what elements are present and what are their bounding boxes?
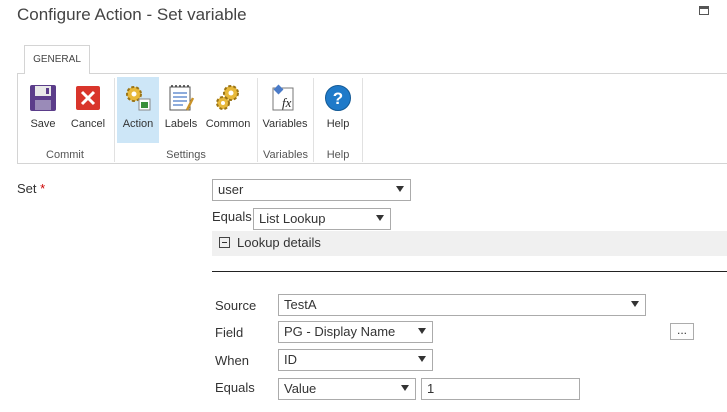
ribbon: Save Cancel Action Labels Common fx Vari… xyxy=(17,74,727,164)
cancel-icon xyxy=(76,86,100,110)
cancel-button[interactable]: Cancel xyxy=(68,77,108,143)
source-label: Source xyxy=(215,298,257,313)
chevron-down-icon xyxy=(631,301,639,307)
chevron-down-icon xyxy=(418,328,426,334)
common-button[interactable]: Common xyxy=(205,77,251,143)
group-label-commit: Commit xyxy=(46,149,84,161)
when-equals-label: Equals xyxy=(215,380,255,395)
save-button[interactable]: Save xyxy=(23,77,63,143)
maximize-icon[interactable] xyxy=(699,6,709,15)
field-picker-button[interactable]: ... xyxy=(670,323,694,340)
when-value: ID xyxy=(284,352,297,367)
set-variable-value: user xyxy=(218,182,244,197)
group-label-help: Help xyxy=(326,149,350,161)
collapse-icon[interactable] xyxy=(219,237,230,248)
help-icon: ? xyxy=(325,85,351,111)
action-gear-icon xyxy=(126,86,151,111)
equals-label: Equals xyxy=(212,209,252,224)
lookup-details-title: Lookup details xyxy=(237,235,321,250)
source-select[interactable]: TestA xyxy=(278,294,646,316)
set-label-text: Set xyxy=(17,181,37,196)
ribbon-group-separator xyxy=(362,78,363,162)
source-value: TestA xyxy=(284,297,317,312)
lookup-details-header[interactable]: Lookup details xyxy=(212,231,727,256)
action-label: Action xyxy=(122,118,154,130)
labels-notepad-icon xyxy=(169,85,195,111)
save-icon xyxy=(30,85,56,111)
svg-text:fx: fx xyxy=(282,95,292,110)
common-gears-icon xyxy=(216,85,239,110)
chevron-down-icon xyxy=(396,186,404,192)
set-variable-select[interactable]: user xyxy=(212,179,411,201)
lookup-divider xyxy=(212,271,727,272)
when-select[interactable]: ID xyxy=(278,349,433,371)
when-label: When xyxy=(215,353,249,368)
field-select[interactable]: PG - Display Name xyxy=(278,321,433,343)
group-label-settings: Settings xyxy=(166,149,206,161)
field-value: PG - Display Name xyxy=(284,324,396,339)
equals-type-value: List Lookup xyxy=(259,211,326,226)
variables-label: Variables xyxy=(262,118,308,130)
set-label: Set * xyxy=(17,181,45,196)
variables-button[interactable]: fx Variables xyxy=(261,77,309,143)
chevron-down-icon xyxy=(376,215,384,221)
equals-type-select[interactable]: List Lookup xyxy=(253,208,391,230)
action-button[interactable]: Action xyxy=(117,77,159,143)
when-equals-value-input[interactable]: 1 xyxy=(421,378,580,400)
dialog-title: Configure Action - Set variable xyxy=(17,5,247,24)
cancel-label: Cancel xyxy=(70,118,106,130)
variables-fx-icon: fx xyxy=(272,84,294,111)
labels-button[interactable]: Labels xyxy=(163,77,199,143)
when-equals-type-value: Value xyxy=(284,381,317,396)
group-label-variables: Variables xyxy=(262,149,309,161)
help-button[interactable]: ? Help xyxy=(318,77,358,143)
common-label: Common xyxy=(205,118,251,130)
chevron-down-icon xyxy=(401,385,409,391)
required-mark: * xyxy=(40,181,46,196)
tab-general[interactable]: GENERAL xyxy=(24,45,90,74)
svg-text:?: ? xyxy=(333,89,343,108)
chevron-down-icon xyxy=(418,356,426,362)
help-label: Help xyxy=(326,118,350,130)
field-label: Field xyxy=(215,325,244,340)
save-label: Save xyxy=(30,118,56,130)
labels-label: Labels xyxy=(164,118,198,130)
when-equals-type-select[interactable]: Value xyxy=(278,378,416,400)
